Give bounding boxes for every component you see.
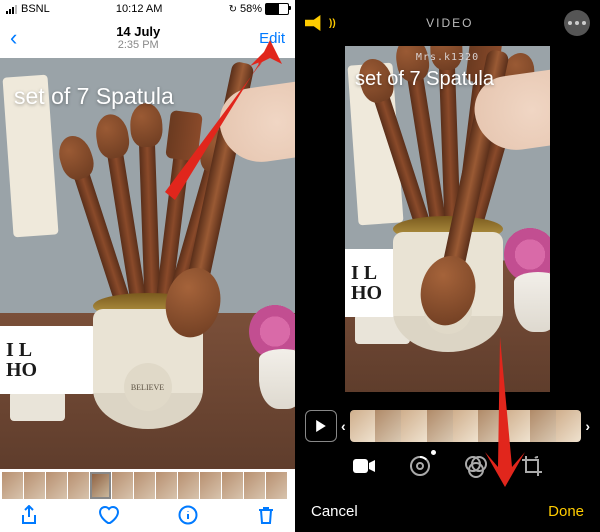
thumbnail[interactable] (68, 472, 89, 499)
trash-icon[interactable] (257, 505, 275, 530)
thumbnail[interactable] (222, 472, 243, 499)
cancel-button[interactable]: Cancel (311, 503, 358, 520)
carrier-label: BSNL (21, 3, 50, 15)
thumbnail[interactable] (24, 472, 45, 499)
thumbnail[interactable] (200, 472, 221, 499)
sound-on-icon[interactable] (305, 15, 327, 31)
more-options-icon[interactable] (564, 10, 590, 36)
share-icon[interactable] (20, 505, 38, 530)
nav-bar: ‹ 14 July 2:35 PM Edit (0, 18, 295, 58)
recharge-icon: ↻ (229, 4, 237, 15)
heart-icon[interactable] (97, 505, 119, 530)
thumbnail[interactable] (178, 472, 199, 499)
editor-header: )) VIDEO (295, 0, 600, 46)
done-button[interactable]: Done (548, 503, 584, 520)
thumbnail-strip[interactable] (0, 469, 295, 502)
thumbnail[interactable] (2, 472, 23, 499)
adjust-tab-icon[interactable] (407, 453, 433, 479)
status-time: 10:12 AM (116, 3, 162, 15)
video-caption-overlay: set of 7 Spatula (14, 83, 174, 110)
trim-handle-left[interactable]: ‹ (341, 418, 346, 434)
video-editor-screen: )) VIDEO I L HO (295, 0, 600, 532)
thumbnail[interactable] (112, 472, 133, 499)
editor-canvas[interactable]: I L HO BELIEVE Mrs.k1 (345, 46, 550, 392)
watermark-text: Mrs.k1320 (416, 52, 479, 63)
editor-tool-tabs (295, 446, 600, 486)
thumbnail[interactable] (244, 472, 265, 499)
photo-viewport[interactable]: I L HO BELIEVE set of 7 Spatula (0, 58, 295, 469)
sign-prop: I L HO (0, 326, 96, 394)
thumbnail[interactable] (156, 472, 177, 499)
video-tab-icon[interactable] (351, 453, 377, 479)
sound-waves-icon: )) (329, 18, 336, 29)
jar-tag: BELIEVE (124, 363, 172, 411)
editor-bottom-bar: Cancel Done (295, 490, 600, 532)
trim-handle-right[interactable]: › (585, 418, 590, 434)
status-bar: BSNL 10:12 AM ↻ 58% (0, 0, 295, 18)
bottom-toolbar (0, 502, 295, 532)
thumbnail[interactable] (46, 472, 67, 499)
thumbnail[interactable] (134, 472, 155, 499)
video-caption-overlay: set of 7 Spatula (355, 68, 494, 91)
back-chevron-icon[interactable]: ‹ (10, 25, 17, 51)
play-button[interactable] (305, 410, 337, 442)
crop-tab-icon[interactable] (519, 453, 545, 479)
thumbnail-selected[interactable] (90, 472, 111, 499)
filters-tab-icon[interactable] (463, 453, 489, 479)
frame-scrubber[interactable] (350, 410, 582, 442)
thumbnail[interactable] (266, 472, 287, 499)
info-icon[interactable] (178, 505, 198, 530)
cellular-signal-icon (6, 5, 17, 14)
editor-title: VIDEO (336, 16, 564, 30)
battery-icon (265, 3, 289, 15)
edit-button[interactable]: Edit (259, 30, 285, 47)
page-title: 14 July 2:35 PM (17, 25, 259, 51)
video-timeline: ‹ › (305, 408, 590, 444)
photos-app-screen: BSNL 10:12 AM ↻ 58% ‹ 14 July 2:35 PM Ed… (0, 0, 295, 532)
battery-percent: 58% (240, 3, 262, 15)
